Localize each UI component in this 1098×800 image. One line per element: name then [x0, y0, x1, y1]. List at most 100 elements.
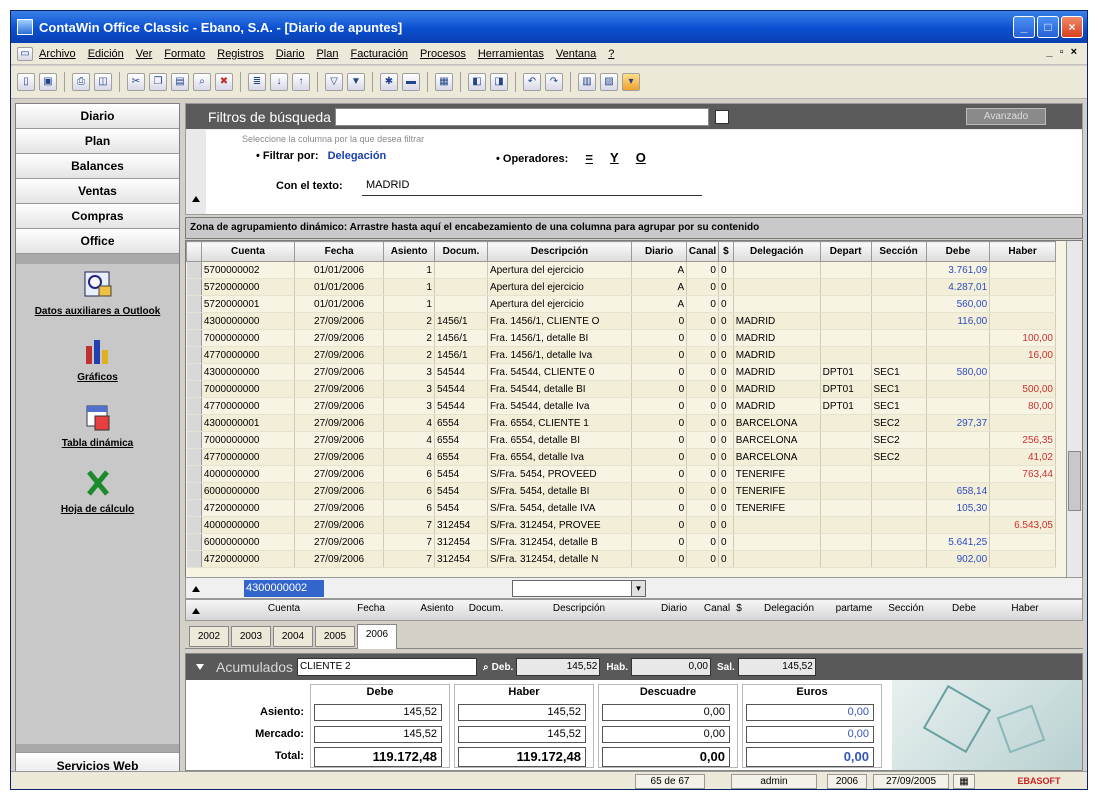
table-cell[interactable]: 0	[631, 499, 688, 517]
table-cell[interactable]: 0	[686, 431, 719, 449]
table-row[interactable]: 4000000000 27/09/2006 7 312454 S/Fra. 312454…	[186, 516, 1056, 534]
table-cell[interactable]	[871, 346, 927, 364]
find-icon[interactable]: ⌕	[193, 73, 211, 91]
table-cell[interactable]	[926, 448, 991, 466]
column-header[interactable]: $	[717, 241, 734, 262]
table-cell[interactable]: 0	[686, 346, 719, 364]
table-cell[interactable]: 6	[383, 465, 435, 483]
filter-cuenta-input[interactable]: 4300000002	[244, 580, 324, 597]
table-cell[interactable]: TENERIFE	[733, 499, 821, 517]
table-cell[interactable]: SEC2	[871, 431, 927, 449]
row-selector[interactable]	[186, 397, 202, 415]
table-cell[interactable]: 4770000000	[201, 448, 296, 466]
table-row[interactable]: 5700000002 01/01/2006 1 Apertura del ejerci…	[186, 261, 1056, 279]
table-cell[interactable]: 500,00	[989, 380, 1056, 398]
table-cell[interactable]	[820, 431, 872, 449]
table-cell[interactable]: 0	[718, 465, 734, 483]
row-selector[interactable]	[186, 550, 202, 568]
table-cell[interactable]: 7000000000	[201, 431, 296, 449]
table-cell[interactable]: 6554	[434, 414, 488, 432]
table-cell[interactable]: 2	[383, 346, 435, 364]
menu-edicion[interactable]: Edición	[88, 48, 124, 60]
table-cell[interactable]: TENERIFE	[733, 465, 821, 483]
nav-ventas[interactable]: Ventas	[16, 179, 179, 204]
table-cell[interactable]: 5720000001	[201, 295, 296, 313]
column-header[interactable]: Docum.	[433, 241, 488, 262]
table-cell[interactable]: BARCELONA	[733, 414, 821, 432]
table-cell[interactable]: 3	[383, 363, 435, 381]
row-selector[interactable]	[186, 414, 202, 432]
table-cell[interactable]	[820, 465, 872, 483]
table-cell[interactable]	[989, 482, 1056, 500]
table-cell[interactable]: 27/09/2006	[294, 312, 385, 330]
table-cell[interactable]	[820, 312, 872, 330]
table-cell[interactable]: 5454	[434, 465, 488, 483]
table-cell[interactable]: 0	[718, 448, 734, 466]
table-cell[interactable]: 4	[383, 431, 435, 449]
table-cell[interactable]: 27/09/2006	[294, 363, 385, 381]
title-bar[interactable]: ContaWin Office Classic - Ebano, S.A. - …	[11, 11, 1087, 43]
table-cell[interactable]	[926, 329, 991, 347]
table-cell[interactable]: S/Fra. 312454, PROVEE	[487, 516, 633, 534]
table-cell[interactable]: MADRID	[733, 380, 821, 398]
new-record-icon[interactable]: ✱	[380, 73, 398, 91]
table-row[interactable]: 7000000000 27/09/2006 2 1456/1 Fra. 1456/1, …	[186, 329, 1056, 347]
table-cell[interactable]: 16,00	[989, 346, 1056, 364]
table-cell[interactable]: 0	[686, 329, 719, 347]
table-cell[interactable]: 7000000000	[201, 380, 296, 398]
table-cell[interactable]	[820, 516, 872, 534]
table-cell[interactable]: 0	[686, 516, 719, 534]
row-selector[interactable]	[186, 482, 202, 500]
table-cell[interactable]: 5454	[434, 482, 488, 500]
table-row[interactable]: 4300000000 27/09/2006 2 1456/1 Fra. 1456/1, …	[186, 312, 1056, 330]
table-cell[interactable]: MADRID	[733, 329, 821, 347]
table-cell[interactable]: 5.641,25	[926, 533, 991, 551]
table-cell[interactable]: 4720000000	[201, 550, 296, 568]
table-cell[interactable]: 312454	[434, 550, 488, 568]
tab-year-2003[interactable]: 2003	[231, 626, 271, 647]
column-header[interactable]: Asiento	[383, 241, 435, 262]
table-cell[interactable]: 7	[383, 533, 435, 551]
table-cell[interactable]: S/Fra. 312454, detalle B	[487, 533, 633, 551]
table-cell[interactable]: Apertura del ejercicio	[487, 278, 633, 296]
table-cell[interactable]: 1456/1	[434, 312, 488, 330]
nav-compras[interactable]: Compras	[16, 204, 179, 229]
table-cell[interactable]: 4000000000	[201, 465, 296, 483]
table-cell[interactable]: 0	[718, 329, 734, 347]
table-row[interactable]: 4300000000 27/09/2006 3 54544 Fra. 54544, CL…	[186, 363, 1056, 381]
row-selector[interactable]	[186, 465, 202, 483]
table-row[interactable]: 4770000000 27/09/2006 4 6554 Fra. 6554, deta…	[186, 448, 1056, 466]
table-cell[interactable]: MADRID	[733, 397, 821, 415]
table-cell[interactable]	[820, 329, 872, 347]
nav-diario[interactable]: Diario	[16, 104, 179, 129]
table-cell[interactable]: Fra. 54544, detalle BI	[487, 380, 633, 398]
table-cell[interactable]: 4	[383, 448, 435, 466]
table-cell[interactable]: 0	[631, 312, 688, 330]
table-cell[interactable]: 5454	[434, 499, 488, 517]
table-cell[interactable]	[733, 550, 821, 568]
table-cell[interactable]: 27/09/2006	[294, 448, 385, 466]
filter-text-input[interactable]: MADRID	[362, 176, 702, 196]
table-cell[interactable]: 27/09/2006	[294, 380, 385, 398]
delete-record-icon[interactable]: ✖	[215, 73, 233, 91]
table-cell[interactable]: 54544	[434, 397, 488, 415]
table-cell[interactable]: 0	[686, 261, 719, 279]
accounts-icon[interactable]: ◧	[468, 73, 486, 91]
tool-graficos[interactable]: Gráficos	[16, 336, 179, 383]
table-cell[interactable]: 3	[383, 397, 435, 415]
table-cell[interactable]: 0	[718, 499, 734, 517]
table-cell[interactable]: 4300000000	[201, 363, 296, 381]
row-selector[interactable]	[186, 329, 202, 347]
table-row[interactable]: 4720000000 27/09/2006 6 5454 S/Fra. 5454, de…	[186, 499, 1056, 517]
table-cell[interactable]: 5720000000	[201, 278, 296, 296]
maximize-button[interactable]: □	[1037, 16, 1059, 38]
table-cell[interactable]: 0	[718, 380, 734, 398]
table-cell[interactable]: 0	[686, 499, 719, 517]
column-header[interactable]: Canal	[686, 241, 719, 262]
table-cell[interactable]: 580,00	[926, 363, 991, 381]
row-selector[interactable]	[186, 516, 202, 534]
table-cell[interactable]: BARCELONA	[733, 431, 821, 449]
table-cell[interactable]: 0	[686, 363, 719, 381]
table-cell[interactable]: 0	[686, 278, 719, 296]
scrollbar-thumb[interactable]	[1068, 451, 1081, 511]
